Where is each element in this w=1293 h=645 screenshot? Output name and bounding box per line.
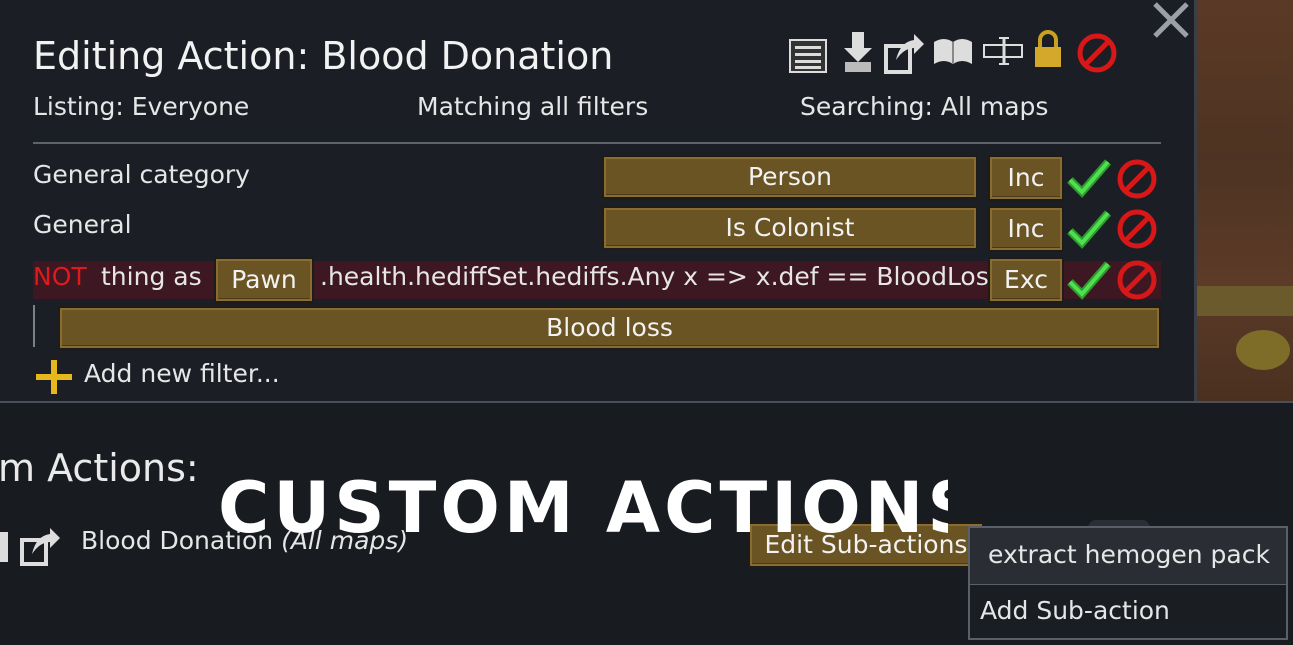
lock-icon[interactable] <box>1032 30 1064 70</box>
list-icon[interactable] <box>0 530 10 564</box>
export-icon[interactable] <box>20 524 64 568</box>
cancel-icon[interactable] <box>1116 259 1158 301</box>
plus-icon[interactable] <box>34 358 74 396</box>
export-icon[interactable] <box>884 32 926 74</box>
include-toggle-button[interactable]: Inc <box>988 155 1064 201</box>
cancel-icon[interactable] <box>1116 208 1158 250</box>
dropdown-item[interactable]: extract hemogen pack <box>988 540 1270 569</box>
exclude-toggle-button[interactable]: Exc <box>988 257 1064 303</box>
check-icon[interactable] <box>1066 260 1112 300</box>
sub-action-dropdown: extract hemogen pack Add Sub-action <box>968 526 1288 640</box>
actions-heading: m Actions: <box>0 446 199 490</box>
cancel-icon[interactable] <box>1076 32 1118 74</box>
add-filter-link[interactable]: Add new filter... <box>84 359 280 388</box>
cancel-icon[interactable] <box>1116 158 1158 200</box>
dropdown-item[interactable]: Add Sub-action <box>980 596 1170 625</box>
check-icon[interactable] <box>1066 158 1112 198</box>
expression-text[interactable]: .health.hediffSet.hediffs.Any x => x.def… <box>320 262 988 291</box>
custom-actions-logo: CUSTOM ACTIONS <box>218 470 948 548</box>
filter-label: thing as <box>101 262 202 291</box>
filter-label: General <box>33 210 132 239</box>
filter-value-button[interactable]: Person <box>602 155 978 199</box>
logo-text: CUSTOM ACTIONS <box>218 470 948 548</box>
map-bush <box>1236 330 1290 370</box>
check-icon[interactable] <box>1066 209 1112 249</box>
filter-value-button[interactable]: Is Colonist <box>602 206 978 250</box>
not-label[interactable]: NOT <box>33 262 87 291</box>
include-toggle-button[interactable]: Inc <box>988 206 1064 252</box>
nesting-indicator <box>33 305 35 347</box>
download-icon[interactable] <box>842 30 874 74</box>
header-divider <box>33 142 1161 144</box>
map-grass <box>1196 286 1293 316</box>
text-cursor-icon[interactable] <box>982 36 1024 66</box>
filter-label: General category <box>33 160 250 189</box>
list-icon[interactable] <box>788 36 830 74</box>
window-title: Editing Action: Blood Donation <box>33 34 614 78</box>
listing-label[interactable]: Listing: Everyone <box>33 92 249 121</box>
close-icon[interactable] <box>1151 0 1191 40</box>
searching-label[interactable]: Searching: All maps <box>800 92 1048 121</box>
matching-label[interactable]: Matching all filters <box>417 92 648 121</box>
hediff-select-button[interactable]: Blood loss <box>58 306 1161 350</box>
book-icon[interactable] <box>932 36 974 68</box>
window-edge <box>1194 0 1197 402</box>
type-select-button[interactable]: Pawn <box>214 257 314 303</box>
